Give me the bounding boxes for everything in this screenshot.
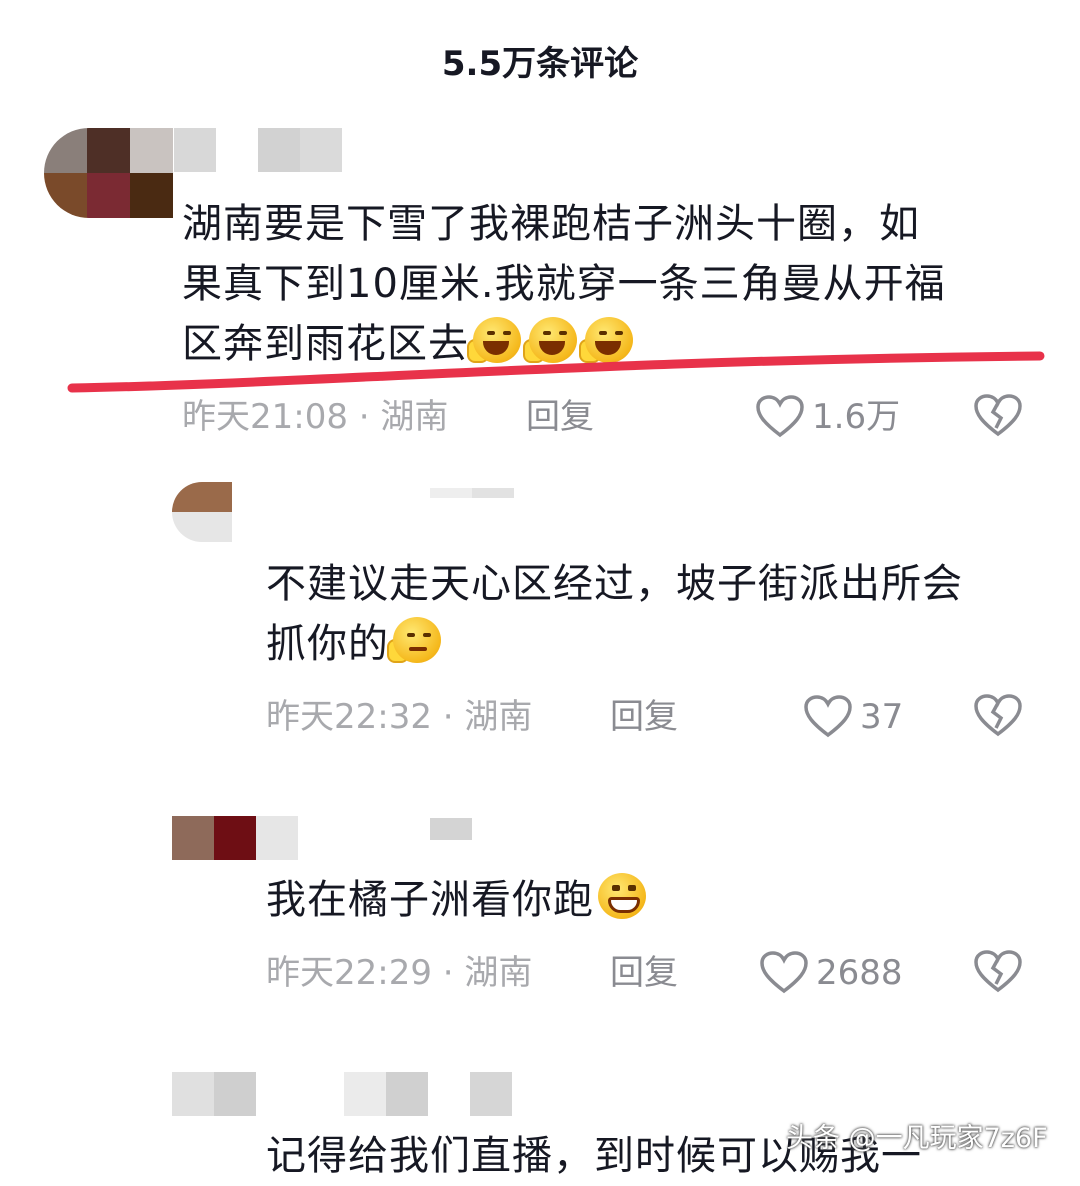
- avatar[interactable]: [172, 482, 232, 542]
- comment-timestamp: 昨天22:29 · 湖南: [266, 953, 533, 993]
- watermark: 头条 @一凡玩家7z6F: [786, 1123, 1048, 1154]
- dislike-button[interactable]: [974, 950, 1022, 1008]
- avatar[interactable]: [172, 816, 298, 860]
- dislike-button[interactable]: [974, 394, 1022, 452]
- reply-button[interactable]: 回复: [526, 392, 594, 442]
- username-mosaic[interactable]: [430, 818, 472, 840]
- username-mosaic[interactable]: [174, 128, 342, 172]
- reply-button[interactable]: 回复: [610, 948, 678, 998]
- comment-timestamp: 昨天21:08 · 湖南: [182, 397, 449, 437]
- broken-heart-icon: [974, 694, 1022, 737]
- username-mosaic[interactable]: [430, 488, 514, 498]
- like-count: 1.6万: [812, 397, 901, 437]
- broken-heart-icon: [974, 394, 1022, 437]
- like-button[interactable]: 37: [804, 692, 903, 742]
- comment-timestamp: 昨天22:32 · 湖南: [266, 697, 533, 737]
- comments-count-title: 5.5万条评论: [441, 44, 639, 84]
- like-count: 2688: [816, 953, 903, 993]
- reply-button[interactable]: 回复: [610, 692, 678, 742]
- red-underline: [67, 351, 1045, 393]
- smirk-emoji-icon: [387, 617, 445, 665]
- heart-icon: [760, 951, 808, 994]
- username-mosaic[interactable]: [344, 1072, 512, 1116]
- comment-text: 不建议走天心区经过，坡子街派出所会 抓你的: [266, 561, 963, 667]
- broken-heart-icon: [974, 950, 1022, 993]
- heart-icon: [756, 395, 804, 438]
- grinning-emoji-icon: [594, 873, 650, 921]
- like-button[interactable]: 1.6万: [756, 392, 900, 442]
- like-count: 37: [860, 697, 904, 737]
- avatar[interactable]: [172, 1072, 256, 1116]
- avatar[interactable]: [44, 128, 174, 218]
- like-button[interactable]: 2688: [760, 948, 903, 998]
- comment-text: 我在橘子洲看你跑: [266, 870, 650, 930]
- dislike-button[interactable]: [974, 694, 1022, 752]
- heart-icon: [804, 695, 852, 738]
